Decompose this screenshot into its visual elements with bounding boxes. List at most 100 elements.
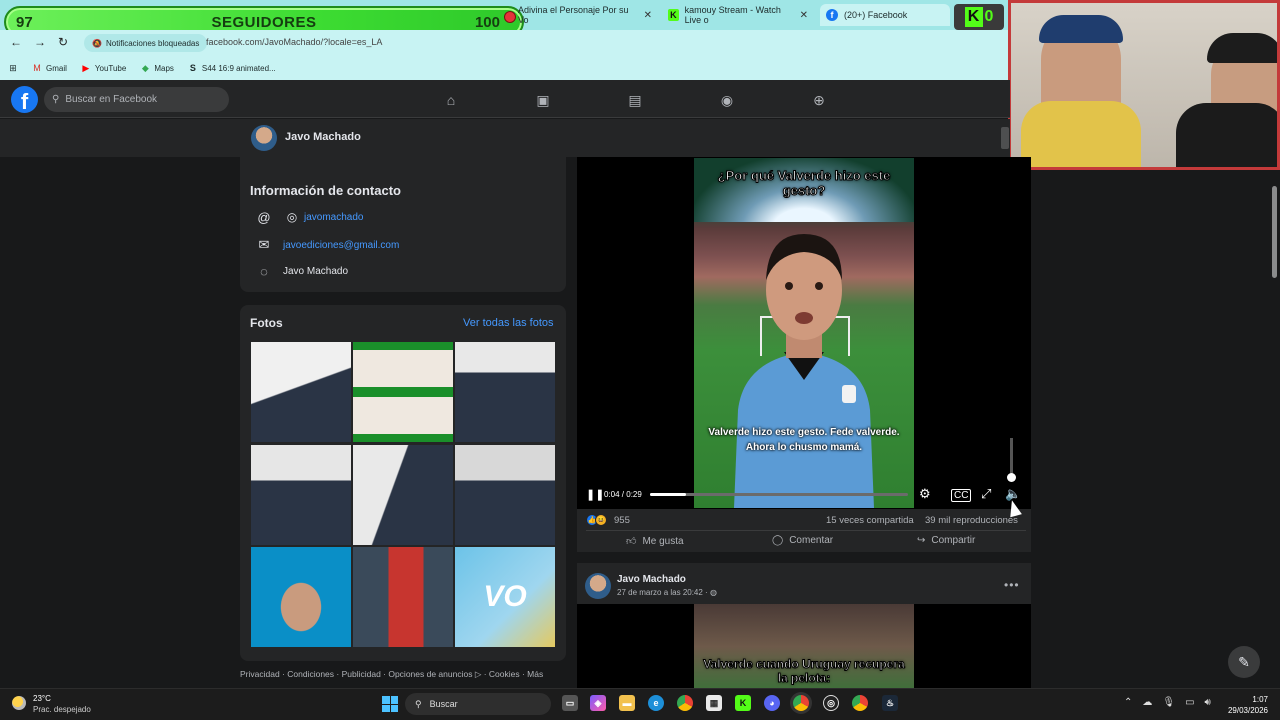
url-input[interactable]: facebook.com/JavoMachado/?locale=es_LA xyxy=(206,37,382,47)
avatar[interactable] xyxy=(251,125,277,151)
contact-email-row: ✉ javoediciones@gmail.com xyxy=(255,236,400,254)
photos-title: Fotos xyxy=(250,316,283,330)
cloud-icon[interactable]: ☁ xyxy=(1142,697,1152,708)
post-date[interactable]: 27 de marzo a las 20:42 · ◍ xyxy=(617,588,717,597)
bookmark-maps[interactable]: ◆ Maps xyxy=(140,63,174,73)
photo-thumbnail-vo[interactable]: VO xyxy=(455,547,555,647)
photo-thumbnail[interactable] xyxy=(353,547,453,647)
groups-icon[interactable]: ◉ xyxy=(717,90,737,110)
browser-tab-2[interactable]: K kamouy Stream - Watch Live o ✕ xyxy=(662,4,814,26)
store-icon[interactable]: ▦ xyxy=(706,695,722,711)
instagram-link[interactable]: javomachado xyxy=(304,212,363,223)
task-view-icon[interactable]: ▭ xyxy=(562,695,578,711)
network-icon[interactable]: ▭ xyxy=(1185,697,1194,708)
apps-grid-icon[interactable]: ⊞ xyxy=(8,63,18,73)
bookmark-gmail[interactable]: M Gmail xyxy=(32,63,67,73)
chrome-profile-icon[interactable] xyxy=(852,695,868,711)
photo-thumbnail[interactable] xyxy=(353,342,453,442)
microphone-icon[interactable]: 🎙︎ xyxy=(1162,697,1175,708)
video-time: 0:04 / 0:29 xyxy=(604,490,642,499)
taskbar-search-input[interactable]: ⚲ Buscar xyxy=(405,693,551,715)
youtube-icon: ▶ xyxy=(82,62,90,73)
browser-tab-3-active[interactable]: f (20+) Facebook xyxy=(820,4,950,26)
facebook-search-input[interactable]: ⚲ Buscar en Facebook xyxy=(44,87,229,112)
facebook-logo-icon[interactable]: f xyxy=(11,86,38,113)
bookmark-youtube[interactable]: ▶ YouTube xyxy=(81,63,126,73)
home-icon[interactable]: ⌂ xyxy=(441,90,461,110)
share-button[interactable]: ↪ Compartir xyxy=(917,535,975,546)
discord-icon[interactable]: ◕ xyxy=(764,695,780,711)
reaction-icons[interactable]: 👍 😆 xyxy=(586,514,607,526)
search-icon: ⚲ xyxy=(415,698,422,709)
reaction-count[interactable]: 955 xyxy=(614,515,630,526)
volume-slider-track[interactable] xyxy=(1010,438,1013,478)
page-scrollbar-thumb[interactable] xyxy=(1272,186,1277,278)
close-icon[interactable]: ✕ xyxy=(794,10,808,21)
closed-captions-icon[interactable]: CC xyxy=(951,489,972,502)
gaming-icon[interactable]: ⊕ xyxy=(809,90,829,110)
mail-icon: ✉ xyxy=(258,237,270,252)
speaker-icon[interactable]: 🔊︎ xyxy=(1205,697,1211,708)
profile-name[interactable]: Javo Machado xyxy=(285,131,361,143)
tab-2-label: kamouy Stream - Watch Live o xyxy=(684,5,781,25)
file-explorer-icon[interactable]: ▬ xyxy=(619,695,635,711)
taskbar-clock[interactable]: 1:07 29/03/2026 xyxy=(1226,694,1268,716)
photo-thumbnail[interactable] xyxy=(251,445,351,545)
browser-tab-1[interactable]: Adivina el Personaje Por su Vo ✕ xyxy=(512,4,658,26)
streamer-2-shirt xyxy=(1176,103,1277,167)
email-link[interactable]: javoediciones@gmail.com xyxy=(283,240,399,251)
marketplace-icon[interactable]: ▤ xyxy=(625,90,645,110)
windows-start-icon[interactable] xyxy=(382,696,398,712)
photo-thumbnail[interactable] xyxy=(455,445,555,545)
video-overlay-title: ¿Por qué Valverde hizo este gesto? xyxy=(717,168,891,199)
video-progress-fill xyxy=(650,493,686,496)
chevron-up-icon[interactable]: ⌃ xyxy=(1124,697,1132,708)
settings-gear-icon[interactable]: ⚙ xyxy=(919,486,931,502)
s-logo-icon: S xyxy=(189,63,196,73)
copilot-icon[interactable]: ◈ xyxy=(590,695,606,711)
avatar[interactable] xyxy=(585,573,611,599)
thumbs-up-icon: 👍︎ xyxy=(626,536,637,547)
close-icon[interactable]: ✕ xyxy=(638,10,652,21)
video-watch-icon[interactable]: ▣ xyxy=(533,90,553,110)
share-count[interactable]: 15 veces compartida xyxy=(826,515,914,526)
weather-temp[interactable]: 23°C xyxy=(33,694,51,703)
back-arrow-icon[interactable]: ← xyxy=(10,35,22,49)
comment-button[interactable]: ◯ Comentar xyxy=(772,535,833,546)
streamer-1-cap xyxy=(1039,15,1123,43)
instagram-icon: ◎ xyxy=(286,210,298,224)
reload-icon[interactable]: ↻ xyxy=(58,35,68,49)
weather-desc[interactable]: Prac. despejado xyxy=(33,705,91,714)
contact-instagram-row: @ ◎ javomachado xyxy=(255,208,363,226)
streamer-1-shirt xyxy=(1021,101,1141,167)
photo-thumbnail[interactable] xyxy=(455,342,555,442)
video-progress-track[interactable] xyxy=(650,493,908,496)
forward-arrow-icon[interactable]: → xyxy=(34,35,46,49)
bookmarks-bar: ⊞ M Gmail ▶ YouTube ◆ Maps S S44 16:9 animat… xyxy=(0,56,1010,80)
bookmark-s44[interactable]: S S44 16:9 animated... xyxy=(188,63,276,73)
notifications-blocked-chip[interactable]: 🔕 Notificaciones bloqueadas xyxy=(84,34,208,52)
kick-icon[interactable]: K xyxy=(735,695,751,711)
fullscreen-icon[interactable]: ⤢ xyxy=(981,486,991,502)
weather-sun-icon[interactable] xyxy=(12,696,26,710)
photo-thumbnail[interactable] xyxy=(353,445,453,545)
followers-goal: 100 xyxy=(474,14,500,31)
new-message-button[interactable]: ✎ xyxy=(1228,646,1260,678)
comment-bubble-icon: ◯ xyxy=(772,535,784,546)
edge-icon[interactable]: e xyxy=(648,695,664,711)
post-author[interactable]: Javo Machado xyxy=(617,574,686,585)
see-all-photos-link[interactable]: Ver todas las fotos xyxy=(463,317,554,329)
chrome-icon[interactable] xyxy=(677,695,693,711)
photo-thumbnail[interactable] xyxy=(251,547,351,647)
messenger-name[interactable]: Javo Machado xyxy=(283,266,348,277)
steam-icon[interactable]: ♨ xyxy=(882,695,898,711)
footer-links[interactable]: Privacidad · Condiciones · Publicidad · … xyxy=(240,669,543,680)
obs-icon[interactable]: ◎ xyxy=(823,695,839,711)
photo-thumbnail[interactable] xyxy=(251,342,351,442)
chrome-active-icon[interactable] xyxy=(793,695,809,711)
volume-slider-knob[interactable] xyxy=(1007,473,1016,482)
more-options-icon[interactable]: ••• xyxy=(1004,578,1020,592)
followers-label: SEGUIDORES xyxy=(211,14,317,31)
pause-icon[interactable]: ❚❚ xyxy=(586,488,604,501)
like-button[interactable]: 👍︎ Me gusta xyxy=(626,535,684,548)
